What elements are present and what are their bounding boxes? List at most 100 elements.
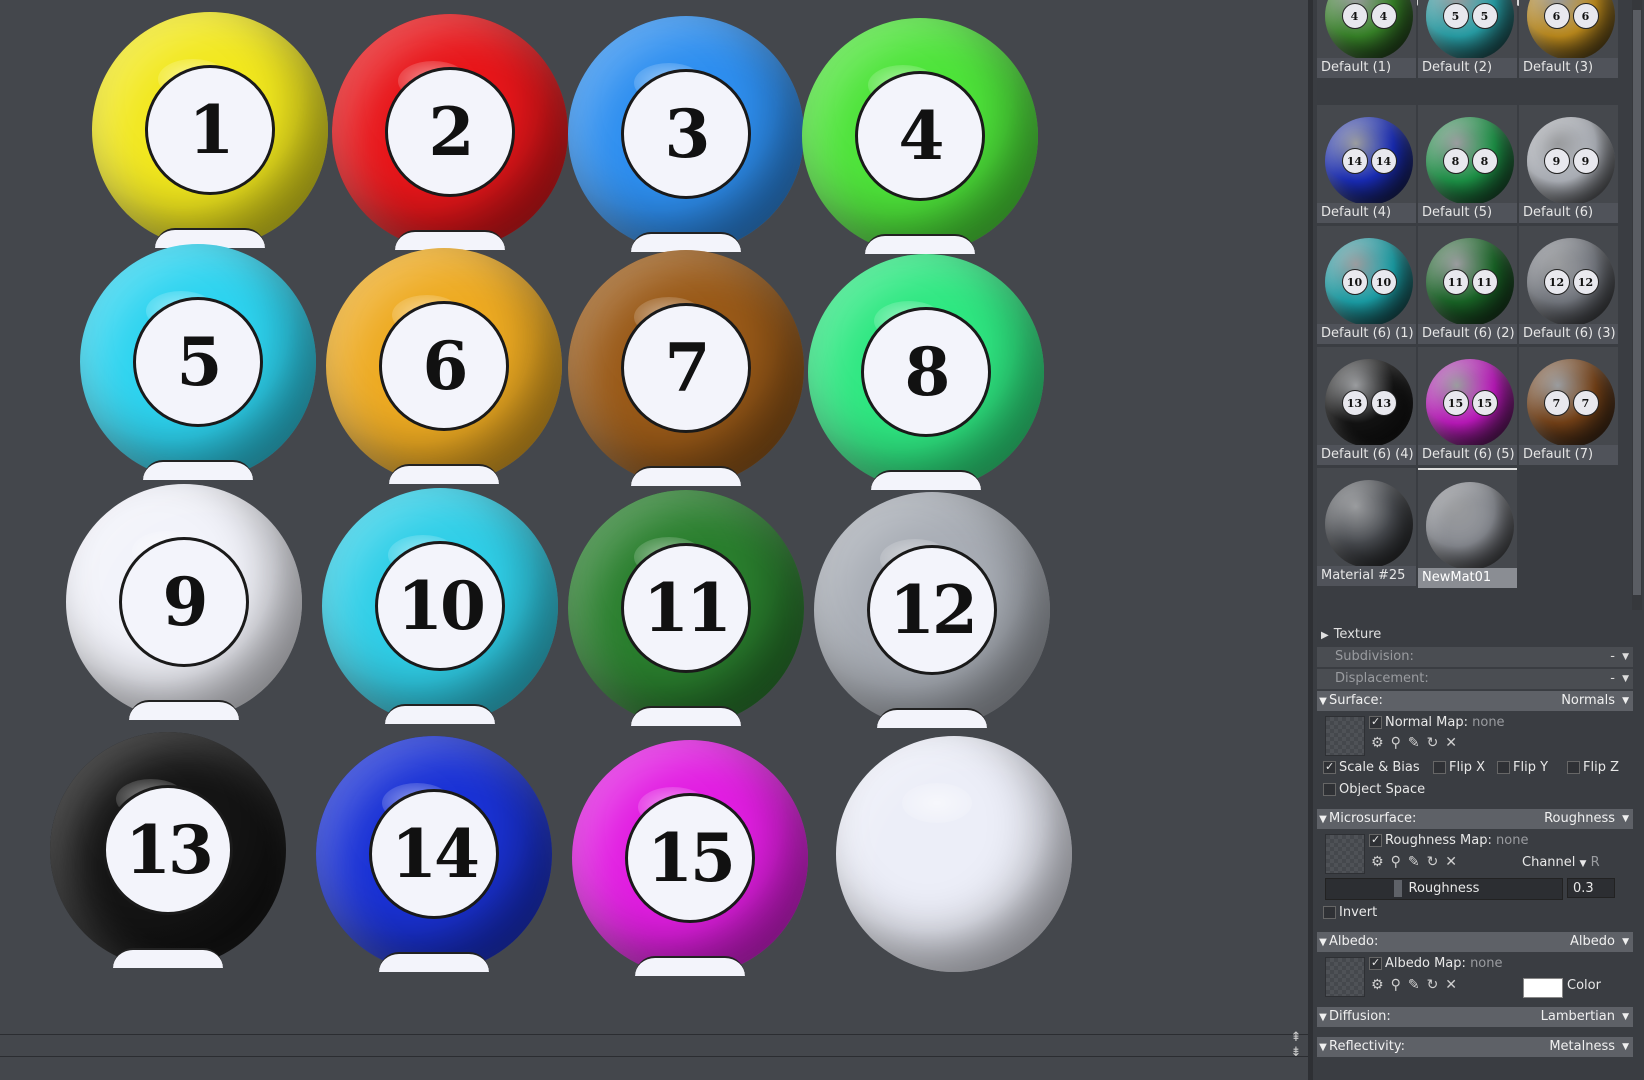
ball-plain[interactable]: [836, 736, 1072, 972]
ball-10[interactable]: 10: [322, 488, 558, 724]
material-thumbnail[interactable]: 4 4 Default (1): [1317, 0, 1416, 78]
gear-icon[interactable]: ⚙: [1371, 977, 1391, 993]
reflectivity-header[interactable]: ▼ Reflectivity: Metalness ▼: [1317, 1037, 1633, 1057]
close-icon[interactable]: ✕: [1445, 977, 1464, 993]
channel-label: Channel: [1522, 855, 1576, 870]
albedo-value: Albedo: [1570, 934, 1615, 949]
ball-3[interactable]: 3: [568, 16, 804, 252]
material-thumbnail[interactable]: Material #25: [1317, 468, 1416, 586]
material-thumbnail[interactable]: 12 12 Default (6) (3): [1519, 226, 1618, 344]
albedo-header[interactable]: ▼ Albedo: Albedo ▼: [1317, 932, 1633, 952]
material-thumbnail[interactable]: 5 5 Default (2): [1418, 0, 1517, 78]
invert-option[interactable]: Invert: [1323, 905, 1377, 920]
edit-icon[interactable]: ✎: [1408, 977, 1427, 993]
normal-map-checkbox[interactable]: [1369, 716, 1382, 729]
material-label: NewMat01: [1418, 568, 1517, 588]
surface-label: Surface:: [1329, 693, 1383, 708]
timeline-scroll-arrows[interactable]: ⇞ ⇟: [1287, 1030, 1305, 1060]
albedo-map-checkbox[interactable]: [1369, 957, 1382, 970]
material-preview-sphere: 13 13: [1325, 359, 1413, 447]
material-thumbnail[interactable]: 6 6 Default (3): [1519, 0, 1618, 78]
object-space-option[interactable]: Object Space: [1323, 782, 1425, 797]
ball-6[interactable]: 6: [326, 248, 562, 484]
scroll-up-icon[interactable]: ⇞: [1287, 1030, 1305, 1045]
ball-bottom-patch: [631, 232, 741, 252]
ball-7[interactable]: 7: [568, 250, 804, 486]
roughness-slider[interactable]: Roughness: [1325, 878, 1563, 900]
object-space-checkbox[interactable]: [1323, 783, 1336, 796]
preview-number: 11: [1471, 269, 1498, 295]
ball-number-disc: 4: [855, 71, 985, 201]
flip-y-checkbox[interactable]: [1497, 761, 1510, 774]
preview-number: 13: [1370, 390, 1397, 416]
material-panel: 4 4 Default (1) 5 5 Default (2) 6 6 Default (3) 1…: [1313, 0, 1644, 1080]
ball-bottom-patch: [113, 948, 223, 968]
material-thumbnail[interactable]: 11 11 Default (6) (2): [1418, 226, 1517, 344]
3d-viewport[interactable]: 1 2 3 4 5 6 7 8 9 10 11 12 13 14 15 ⇞ ⇟: [0, 0, 1308, 1080]
normal-map-thumbnail[interactable]: [1325, 716, 1365, 756]
collapse-icon: ▼: [1319, 696, 1327, 707]
material-thumbnail[interactable]: NewMat01: [1418, 468, 1517, 588]
ball-9[interactable]: 9: [66, 484, 302, 720]
gear-icon[interactable]: ⚙: [1371, 854, 1391, 870]
edit-icon[interactable]: ✎: [1408, 854, 1427, 870]
ball-1[interactable]: 1: [92, 12, 328, 248]
texture-section[interactable]: ▶ Texture: [1317, 625, 1633, 645]
close-icon[interactable]: ✕: [1445, 735, 1464, 751]
material-thumbnail[interactable]: 8 8 Default (5): [1418, 105, 1517, 223]
scale-bias-option[interactable]: Scale & Bias: [1323, 760, 1420, 775]
roughness-value-input[interactable]: 0.3: [1567, 878, 1615, 898]
ball-15[interactable]: 15: [572, 740, 808, 976]
surface-header[interactable]: ▼ Surface: Normals ▼: [1317, 691, 1633, 711]
ball-11[interactable]: 11: [568, 490, 804, 726]
search-icon[interactable]: ⚲: [1391, 854, 1408, 870]
material-thumbnail[interactable]: 10 10 Default (6) (1): [1317, 226, 1416, 344]
search-icon[interactable]: ⚲: [1391, 735, 1408, 751]
material-thumbnail[interactable]: 13 13 Default (6) (4): [1317, 347, 1416, 465]
search-icon[interactable]: ⚲: [1391, 977, 1408, 993]
flip-z-checkbox[interactable]: [1567, 761, 1580, 774]
ball-number: 8: [904, 333, 951, 411]
channel-select[interactable]: Channel ▼ R: [1522, 855, 1600, 870]
ball-8[interactable]: 8: [808, 254, 1044, 490]
reload-icon[interactable]: ↻: [1427, 735, 1446, 751]
roughness-map-thumbnail[interactable]: [1325, 834, 1365, 874]
microsurface-header[interactable]: ▼ Microsurface: Roughness ▼: [1317, 809, 1633, 829]
ball-4[interactable]: 4: [802, 18, 1038, 254]
displacement-row[interactable]: Displacement: - ▼: [1317, 669, 1633, 689]
flip-x-option[interactable]: Flip X: [1433, 760, 1485, 775]
scroll-down-icon[interactable]: ⇟: [1287, 1045, 1305, 1060]
material-preview-sphere: 10 10: [1325, 238, 1413, 326]
close-icon[interactable]: ✕: [1445, 854, 1464, 870]
ball-bottom-patch: [143, 460, 253, 480]
reload-icon[interactable]: ↻: [1427, 854, 1446, 870]
scrollbar-thumb[interactable]: [1633, 10, 1641, 595]
albedo-color-swatch[interactable]: [1523, 978, 1563, 998]
dropdown-icon: ▼: [1622, 696, 1629, 706]
albedo-map-thumbnail[interactable]: [1325, 957, 1365, 997]
dropdown-icon: ▼: [1622, 1042, 1629, 1052]
flip-y-option[interactable]: Flip Y: [1497, 760, 1548, 775]
material-thumbnail[interactable]: 14 14 Default (4): [1317, 105, 1416, 223]
reload-icon[interactable]: ↻: [1427, 977, 1446, 993]
ball-14[interactable]: 14: [316, 736, 552, 972]
ball-12[interactable]: 12: [814, 492, 1050, 728]
ball-2[interactable]: 2: [332, 14, 568, 250]
ball-number: 11: [643, 569, 732, 647]
invert-checkbox[interactable]: [1323, 906, 1336, 919]
flip-z-option[interactable]: Flip Z: [1567, 760, 1619, 775]
material-library-scrollbar[interactable]: [1632, 0, 1642, 610]
diffusion-header[interactable]: ▼ Diffusion: Lambertian ▼: [1317, 1007, 1633, 1027]
scale-bias-checkbox[interactable]: [1323, 761, 1336, 774]
ball-13[interactable]: 13: [50, 732, 286, 968]
material-thumbnail[interactable]: 9 9 Default (6): [1519, 105, 1618, 223]
roughness-map-checkbox[interactable]: [1369, 834, 1382, 847]
gear-icon[interactable]: ⚙: [1371, 735, 1391, 751]
material-thumbnail[interactable]: 15 15 Default (6) (5): [1418, 347, 1517, 465]
subdivision-row[interactable]: Subdivision: - ▼: [1317, 647, 1633, 667]
ball-5[interactable]: 5: [80, 244, 316, 480]
material-thumbnail[interactable]: 7 7 Default (7): [1519, 347, 1618, 465]
edit-icon[interactable]: ✎: [1408, 735, 1427, 751]
roughness-map-value: none: [1496, 833, 1529, 848]
flip-x-checkbox[interactable]: [1433, 761, 1446, 774]
